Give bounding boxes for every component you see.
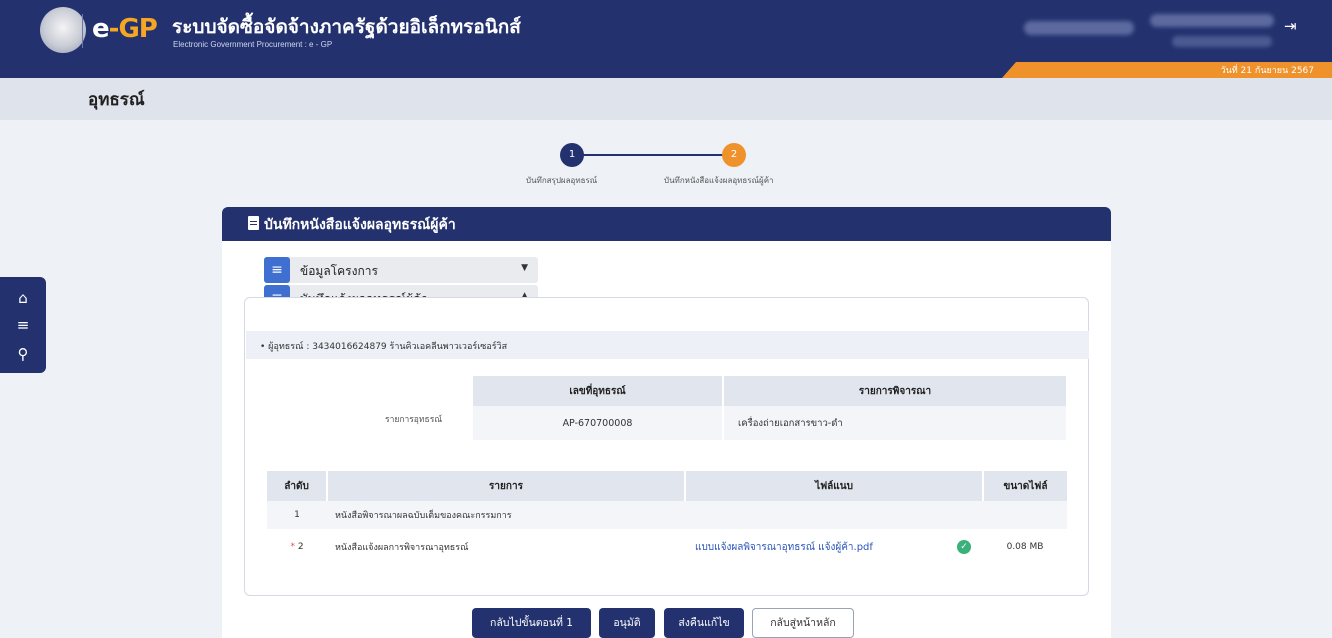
date-bar: วันที่ 21 กันยายน 2567: [0, 62, 1332, 78]
appeal-item: เครื่องถ่ายเอกสารขาว-ดำ: [722, 406, 1066, 440]
back-to-step-1-button[interactable]: กลับไปขั้นตอนที่ 1: [472, 608, 591, 638]
column-header: ขนาดไฟล์: [982, 471, 1067, 501]
step-1-label: บันทึกสรุปผลอุทธรณ์: [526, 176, 598, 185]
step-2-label: บันทึกหนังสือแจ้งผลอุทธรณ์ผู้ค้า: [664, 176, 774, 185]
vendor-row: • ผู้อุทธรณ์ : 3434016624879 ร้านคิวเอคล…: [246, 331, 1089, 359]
table-row: AP-670700008 เครื่องถ่ายเอกสารขาว-ดำ: [473, 406, 1066, 440]
back-to-home-button[interactable]: กลับสู่หน้าหลัก: [752, 608, 854, 638]
return-for-edit-button[interactable]: ส่งคืนแก้ไข: [664, 608, 744, 638]
panel-title: บันทึกหนังสือแจ้งผลอุทธรณ์ผู้ค้า: [264, 217, 456, 233]
attachment-link[interactable]: แบบแจ้งผลพิจารณาอุทธรณ์ แจ้งผู้ค้า.pdf: [695, 542, 873, 553]
accordion-label: ข้อมูลโครงการ: [300, 264, 378, 278]
column-header: รายการพิจารณา: [722, 376, 1066, 406]
home-icon[interactable]: ⌂: [10, 285, 36, 311]
column-header: เลขที่อุทธรณ์: [473, 376, 723, 406]
step-1-circle[interactable]: 1: [560, 143, 584, 167]
logout-icon[interactable]: ⇥: [1284, 17, 1297, 35]
column-header: รายการ: [326, 471, 685, 501]
column-header: ลำดับ: [267, 471, 327, 501]
government-seal-logo: [40, 7, 86, 53]
row-file: [685, 501, 983, 529]
page-title-bar: [0, 78, 1332, 120]
top-header: e-GP ระบบจัดซื้อจัดจ้างภาครัฐด้วยอิเล็กท…: [0, 0, 1332, 62]
row-number: * 2: [290, 542, 304, 552]
accordion-project-info[interactable]: ≡ ข้อมูลโครงการ ▼: [264, 257, 538, 283]
side-float-menu: ⌂ ≡ ⚲: [0, 277, 46, 373]
step-2-circle[interactable]: 2: [722, 143, 746, 167]
chevron-down-icon: ▼: [521, 263, 528, 273]
list-icon: ≡: [264, 257, 290, 283]
user-role-blurred: [1172, 36, 1272, 47]
check-icon: ✓: [957, 539, 971, 554]
menu-icon[interactable]: ≡: [10, 312, 36, 338]
row-item: หนังสือแจ้งผลการพิจารณาอุทธรณ์: [335, 543, 469, 553]
page-title: อุทธรณ์: [88, 90, 145, 110]
system-title: ระบบจัดซื้อจัดจ้างภาครัฐด้วยอิเล็กทรอนิก…: [172, 16, 521, 38]
row-file: แบบแจ้งผลพิจารณาอุทธรณ์ แจ้งผู้ค้า.pdf ✓: [685, 529, 983, 565]
appeal-table: เลขที่อุทธรณ์ รายการพิจารณา AP-670700008…: [473, 376, 1066, 440]
logo-divider: [82, 14, 83, 48]
row-number: 1: [267, 501, 327, 529]
appeal-number: AP-670700008: [473, 406, 723, 440]
vendor-info: • ผู้อุทธรณ์ : 3434016624879 ร้านคิวเอคล…: [260, 342, 508, 352]
approve-button[interactable]: อนุมัติ: [599, 608, 655, 638]
current-date: วันที่ 21 กันยายน 2567: [1220, 66, 1314, 76]
appeal-result-section: • ผู้อุทธรณ์ : 3434016624879 ร้านคิวเอคล…: [244, 297, 1089, 596]
user-name-blurred: [1150, 14, 1274, 27]
table-row: 1 หนังสือพิจารณาผลฉบับเต็มของคณะกรรมการ: [267, 501, 1067, 529]
row-item: หนังสือพิจารณาผลฉบับเต็มของคณะกรรมการ: [327, 501, 685, 529]
row-size: [983, 501, 1067, 529]
system-subtitle: Electronic Government Procurement : e - …: [173, 40, 333, 49]
row-size: 0.08 MB: [1006, 542, 1044, 552]
appeal-list-label: รายการอุทธรณ์: [385, 415, 443, 425]
stepper-line: [582, 154, 734, 156]
column-header: ไฟล์แนบ: [684, 471, 983, 501]
date-bar-accent: วันที่ 21 กันยายน 2567: [1002, 62, 1332, 78]
main-panel: บันทึกหนังสือแจ้งผลอุทธรณ์ผู้ค้า ≡ ข้อมู…: [222, 207, 1111, 638]
table-row: * 2 หนังสือแจ้งผลการพิจารณาอุทธรณ์ แบบแจ…: [267, 529, 1067, 565]
attachments-table: ลำดับ รายการ ไฟล์แนบ ขนาดไฟล์ 1 หนังสือพ…: [267, 471, 1067, 565]
required-marker: *: [290, 542, 295, 552]
egp-logo[interactable]: e-GP: [92, 14, 158, 44]
search-icon[interactable]: ⚲: [10, 341, 36, 367]
panel-header: บันทึกหนังสือแจ้งผลอุทธรณ์ผู้ค้า: [222, 207, 1111, 241]
user-info-blurred: [1024, 21, 1134, 35]
document-icon: [248, 216, 259, 230]
